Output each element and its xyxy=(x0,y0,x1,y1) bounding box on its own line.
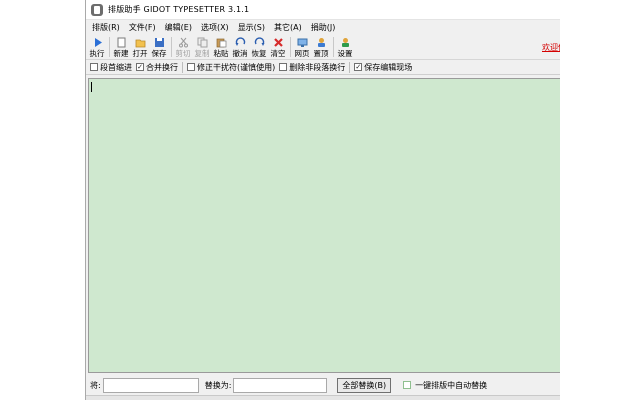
new-button[interactable]: 新建 xyxy=(112,37,130,59)
undo-icon xyxy=(235,37,246,48)
clear-icon xyxy=(273,37,284,48)
option-fix-interference-checkbox[interactable] xyxy=(187,63,195,71)
option-save-session-label: 保存编辑现场 xyxy=(364,62,413,72)
option-indent[interactable]: 段首缩进 xyxy=(90,62,132,73)
option-remove-breaks-checkbox[interactable] xyxy=(279,63,288,71)
option-fix-interference[interactable]: 修正干扰符(谨慎使用) xyxy=(187,62,275,73)
run-label: 执行 xyxy=(89,49,105,58)
options-bar: 段首缩进 ✓ 合并换行 修正干扰符(谨慎使用) 删除非段落换行 ✓ 保存编辑现场 xyxy=(86,60,560,75)
open-folder-icon xyxy=(135,37,146,48)
undo-button[interactable]: 撤消 xyxy=(231,37,249,59)
title-bar: 排版助手 GIDOT TYPESETTER 3.1.1 xyxy=(86,0,560,20)
copy-button[interactable]: 复制 xyxy=(193,37,211,59)
save-label: 保存 xyxy=(151,49,167,58)
options-divider xyxy=(182,61,183,73)
cut-label: 剪切 xyxy=(175,49,191,58)
undo-label: 撤消 xyxy=(232,49,248,58)
auto-replace-checkbox[interactable] xyxy=(403,381,412,389)
copy-icon xyxy=(197,37,208,48)
web-button[interactable]: 网页 xyxy=(293,37,311,59)
toolbar-divider xyxy=(333,37,334,57)
cut-icon xyxy=(178,37,189,48)
option-indent-checkbox[interactable] xyxy=(90,63,98,71)
menu-bar: 排版(R) 文件(F) 编辑(E) 选项(X) 显示(S) 其它(A) 捐助(J… xyxy=(86,20,560,34)
toolbar: 执行 新建 打开 保存 剪切 复制 粘贴 撤消 恢复 清空 网页 置顶 设置 欢… xyxy=(86,34,560,60)
find-replace-bar: 将: 替换为: 全部替换(B) 一键排版中自动替换 xyxy=(86,376,560,394)
redo-icon xyxy=(254,37,265,48)
option-remove-breaks[interactable]: 删除非段落换行 xyxy=(279,62,345,73)
menu-file[interactable]: 文件(F) xyxy=(126,22,162,33)
app-icon xyxy=(91,3,103,16)
redo-button[interactable]: 恢复 xyxy=(250,37,268,59)
menu-other[interactable]: 其它(A) xyxy=(271,22,308,33)
settings-icon xyxy=(340,37,351,48)
run-button[interactable]: 执行 xyxy=(88,37,106,59)
option-save-session[interactable]: ✓ 保存编辑现场 xyxy=(354,62,412,73)
toolbar-divider xyxy=(109,37,110,57)
menu-edit[interactable]: 编辑(E) xyxy=(162,22,198,33)
paste-button[interactable]: 粘贴 xyxy=(212,37,230,59)
replace-label: 替换为: xyxy=(204,380,232,390)
menu-options[interactable]: 选项(X) xyxy=(198,22,235,33)
find-input[interactable] xyxy=(102,377,199,393)
window-title: 排版助手 GIDOT TYPESETTER 3.1.1 xyxy=(108,5,250,14)
text-editor[interactable] xyxy=(88,78,560,373)
save-button[interactable]: 保存 xyxy=(150,37,168,59)
option-merge-lines-checkbox[interactable]: ✓ xyxy=(136,63,144,71)
paste-icon xyxy=(216,37,227,48)
open-button[interactable]: 打开 xyxy=(131,37,149,59)
replace-all-button[interactable]: 全部替换(B) xyxy=(337,377,392,393)
status-bar xyxy=(86,395,560,400)
web-label: 网页 xyxy=(294,49,310,58)
options-divider xyxy=(349,61,351,73)
toolbar-divider xyxy=(171,37,172,57)
copy-label: 复制 xyxy=(194,49,210,58)
cut-button[interactable]: 剪切 xyxy=(174,37,192,59)
menu-typeset[interactable]: 排版(R) xyxy=(89,22,126,33)
auto-replace-label: 一键排版中自动替换 xyxy=(415,380,488,390)
menu-view[interactable]: 显示(S) xyxy=(235,22,271,33)
new-file-icon xyxy=(116,37,127,48)
pin-button[interactable]: 置顶 xyxy=(312,37,330,59)
new-label: 新建 xyxy=(113,49,129,58)
toolbar-divider xyxy=(290,37,291,57)
redo-label: 恢复 xyxy=(251,49,267,58)
clear-label: 清空 xyxy=(270,49,286,58)
welcome-link[interactable]: 欢迎使 xyxy=(542,42,560,53)
option-merge-lines-label: 合并换行 xyxy=(146,62,178,72)
option-save-session-checkbox[interactable]: ✓ xyxy=(354,63,363,71)
save-icon xyxy=(154,37,165,48)
pin-label: 置顶 xyxy=(313,49,329,58)
web-icon xyxy=(297,37,308,48)
paste-label: 粘贴 xyxy=(213,49,229,58)
pin-icon xyxy=(316,37,327,48)
play-icon xyxy=(92,37,103,48)
option-remove-breaks-label: 删除非段落换行 xyxy=(289,62,346,72)
option-fix-interference-label: 修正干扰符(谨慎使用) xyxy=(197,62,276,72)
replace-input[interactable] xyxy=(233,377,328,393)
option-merge-lines[interactable]: ✓ 合并换行 xyxy=(136,62,178,73)
text-caret xyxy=(91,82,92,92)
find-label: 将: xyxy=(90,380,101,390)
settings-button[interactable]: 设置 xyxy=(336,37,354,59)
menu-donate[interactable]: 捐助(J) xyxy=(308,22,342,33)
open-label: 打开 xyxy=(132,49,148,58)
option-indent-label: 段首缩进 xyxy=(100,62,132,72)
settings-label: 设置 xyxy=(337,49,353,58)
clear-button[interactable]: 清空 xyxy=(269,37,287,59)
app-window: 排版助手 GIDOT TYPESETTER 3.1.1 排版(R) 文件(F) … xyxy=(85,0,560,400)
